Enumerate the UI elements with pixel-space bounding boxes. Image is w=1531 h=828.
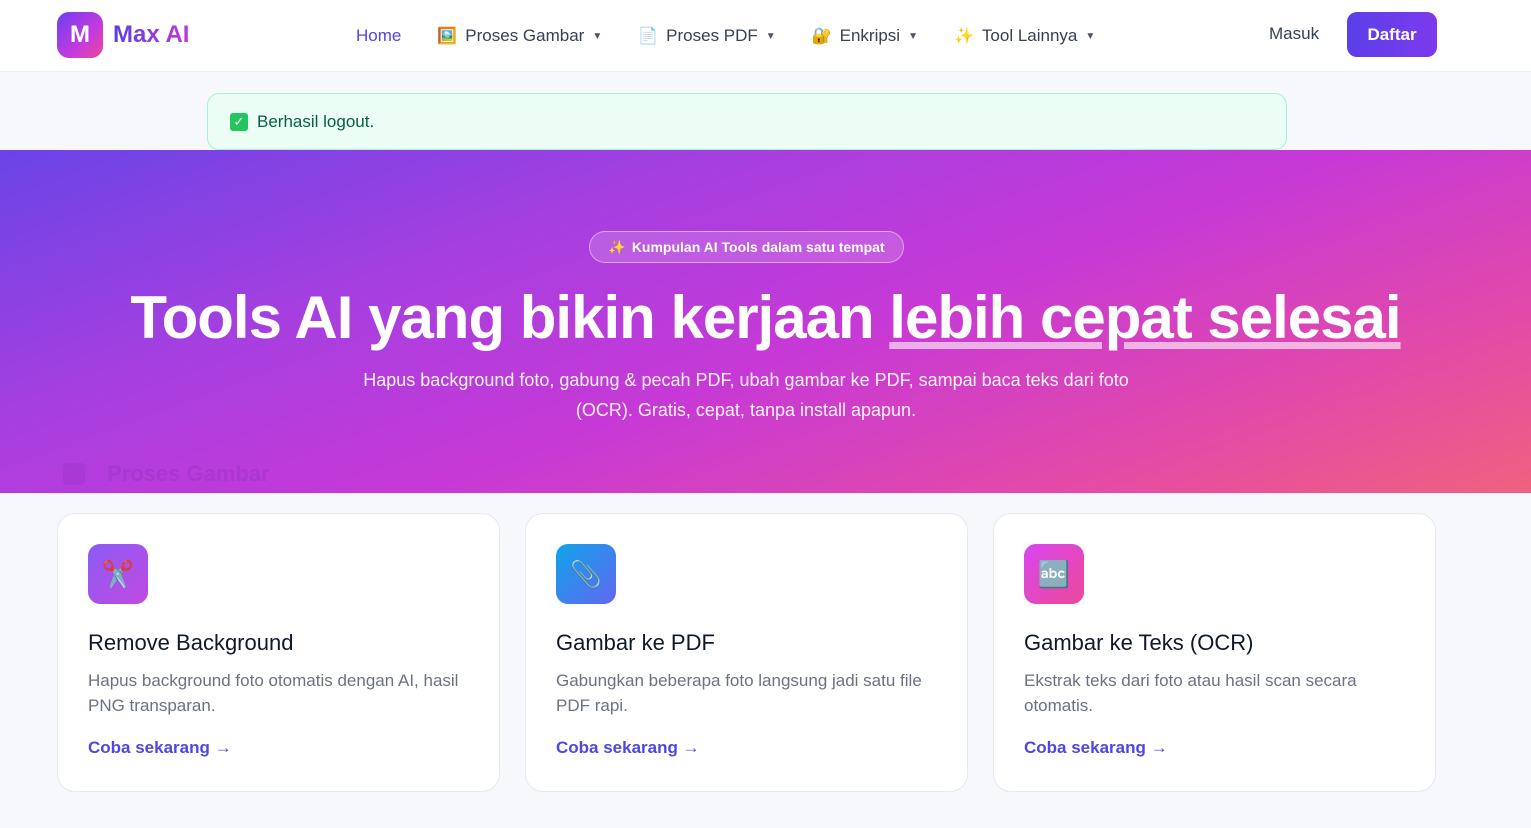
hero-badge-text: Kumpulan AI Tools dalam satu tempat xyxy=(631,239,885,255)
card-title: Gambar ke PDF xyxy=(556,630,715,655)
nav-item-proses-gambar[interactable]: 🖼️ Proses Gambar ▼ xyxy=(437,26,602,46)
card-description: Ekstrak teks dari foto atau hasil scan s… xyxy=(1024,671,1357,715)
brand-name: Max AI xyxy=(113,21,190,48)
section-heading-proses-gambar: Proses Gambar xyxy=(63,461,270,487)
nav-item-proses-pdf[interactable]: 📄 Proses PDF ▼ xyxy=(638,26,775,46)
card-title: Remove Background xyxy=(88,630,294,655)
hero-badge: ✨ Kumpulan AI Tools dalam satu tempat xyxy=(589,231,904,263)
hero-title: Tools AI yang bikin kerjaan lebih cepat … xyxy=(0,283,1531,352)
nav-item-home[interactable]: Home xyxy=(356,26,401,46)
hero-section: ✨ Kumpulan AI Tools dalam satu tempat To… xyxy=(0,150,1531,493)
section-heading-label: Proses Gambar xyxy=(107,461,270,486)
tool-card-gambar-ke-pdf[interactable]: 📎 Gambar ke PDF Gabungkan beberapa foto … xyxy=(525,513,968,792)
try-now-link[interactable]: Coba sekarang → xyxy=(88,738,232,758)
logo-icon: M xyxy=(57,12,103,58)
navbar: M Max AI Home 🖼️ Proses Gambar ▼ 📄 Prose… xyxy=(0,0,1531,72)
hero-subtitle: Hapus background foto, gabung & pecah PD… xyxy=(363,370,1129,420)
abc-icon: 🔤 xyxy=(1024,544,1084,604)
sparkles-icon: ✨ xyxy=(608,238,626,255)
image-icon xyxy=(63,463,85,485)
nav-item-enkripsi[interactable]: 🔐 Enkripsi ▼ xyxy=(812,26,918,46)
login-link[interactable]: Masuk xyxy=(1269,24,1319,44)
try-now-link[interactable]: Coba sekarang → xyxy=(556,738,700,758)
try-now-link[interactable]: Coba sekarang → xyxy=(1024,738,1168,758)
logout-success-alert: ✓ Berhasil logout. xyxy=(207,93,1287,150)
image-icon: 🖼️ xyxy=(437,28,458,45)
card-title: Gambar ke Teks (OCR) xyxy=(1024,630,1254,655)
card-description: Gabungkan beberapa foto langsung jadi sa… xyxy=(556,671,922,715)
main-nav: Home 🖼️ Proses Gambar ▼ 📄 Proses PDF ▼ 🔐… xyxy=(356,0,1131,72)
card-description: Hapus background foto otomatis dengan AI… xyxy=(88,671,459,715)
paperclip-icon: 📎 xyxy=(556,544,616,604)
nav-item-label: Proses Gambar xyxy=(465,26,585,45)
logo-link[interactable]: M Max AI xyxy=(57,12,189,58)
tool-card-remove-background[interactable]: ✂️ Remove Background Hapus background fo… xyxy=(57,513,500,792)
scissors-icon: ✂️ xyxy=(88,544,148,604)
nav-item-label: Home xyxy=(356,26,402,45)
nav-item-label: Enkripsi xyxy=(839,26,901,45)
alert-message: Berhasil logout. xyxy=(257,111,375,131)
check-icon: ✓ xyxy=(230,112,248,131)
caret-down-icon: ▼ xyxy=(592,30,603,42)
caret-down-icon: ▼ xyxy=(765,30,776,42)
caret-down-icon: ▼ xyxy=(1085,30,1096,42)
sparkles-icon: ✨ xyxy=(954,28,974,45)
lock-icon: 🔐 xyxy=(811,28,832,45)
caret-down-icon: ▼ xyxy=(908,30,918,42)
nav-item-label: Proses PDF xyxy=(666,26,758,45)
hero-title-highlight: lebih cepat selesai xyxy=(889,284,1401,351)
nav-item-tool-lainnya[interactable]: ✨ Tool Lainnya ▼ xyxy=(954,26,1095,46)
nav-item-label: Tool Lainnya xyxy=(981,26,1078,45)
document-icon: 📄 xyxy=(638,28,659,45)
register-button[interactable]: Daftar xyxy=(1347,12,1437,57)
tool-card-gambar-ke-teks[interactable]: 🔤 Gambar ke Teks (OCR) Ekstrak teks dari… xyxy=(993,513,1436,792)
hero-title-plain: Tools AI yang bikin kerjaan xyxy=(130,284,890,351)
